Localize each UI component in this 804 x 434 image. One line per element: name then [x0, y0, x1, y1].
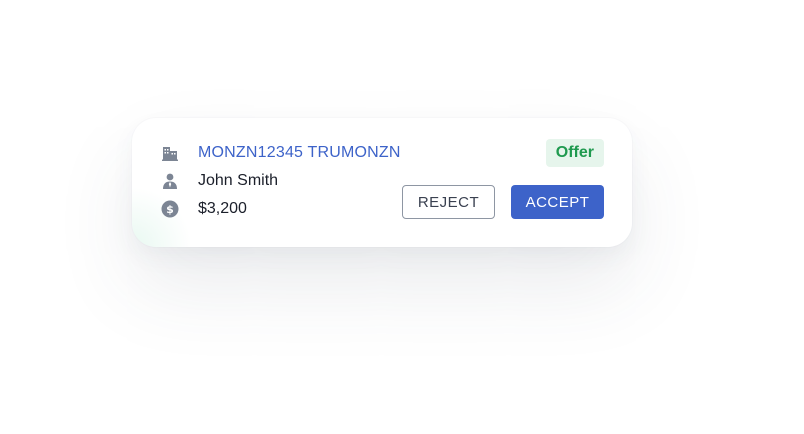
status-badge: Offer — [545, 139, 604, 167]
accept-button[interactable]: ACCEPT — [511, 185, 604, 219]
dollar-circle-icon: $ — [160, 199, 180, 219]
contact-name: John Smith — [198, 172, 279, 189]
building-icon — [160, 143, 180, 163]
load-number-link[interactable]: MONZN12345 TRUMONZN — [198, 144, 401, 162]
contact-row: John Smith — [160, 170, 278, 192]
offer-card: MONZN12345 TRUMONZN John Smith $ $3,200 — [132, 118, 632, 247]
page-stage: MONZN12345 TRUMONZN John Smith $ $3,200 — [0, 0, 804, 434]
price-value: $3,200 — [198, 200, 247, 217]
person-icon — [160, 171, 180, 191]
reject-button[interactable]: REJECT — [402, 185, 495, 219]
price-row: $ $3,200 — [160, 198, 247, 220]
svg-text:$: $ — [166, 203, 174, 216]
load-row: MONZN12345 TRUMONZN — [160, 142, 401, 164]
